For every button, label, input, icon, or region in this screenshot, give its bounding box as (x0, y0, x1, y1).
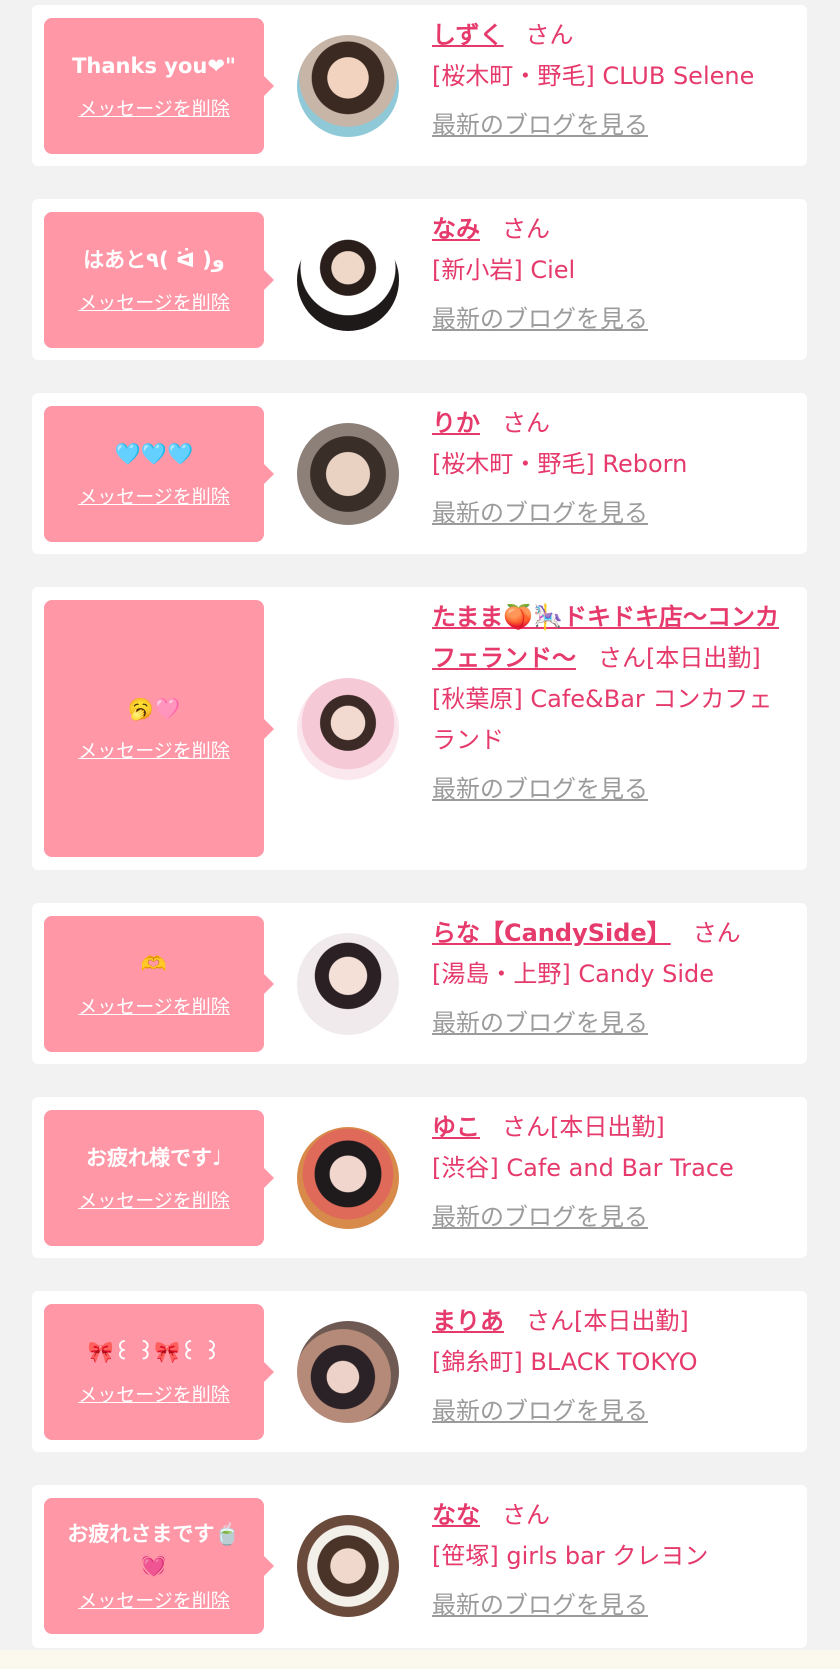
latest-blog-link[interactable]: 最新のブログを見る (432, 1003, 793, 1044)
message-card: 🫶 メッセージを削除 らな【CandySide】 さん [湯島・上野] Candy… (32, 903, 807, 1064)
shop-label: [秋葉原] Cafe&Bar コンカフェランド (432, 685, 773, 754)
latest-blog-link[interactable]: 最新のブログを見る (432, 493, 793, 534)
message-bubble: 🎀꒰ ꒱🎀꒰ ꒱ メッセージを削除 (44, 1304, 274, 1440)
message-card: お疲れ様です♩ メッセージを削除 ゆこ さん[本日出勤] [渋谷] Cafe an… (32, 1097, 807, 1258)
profile-name-link[interactable]: まりあ (432, 1307, 504, 1335)
profile-info: なな さん [笹塚] girls bar クレヨン 最新のブログを見る (432, 1495, 793, 1626)
profile-name-link[interactable]: なみ (432, 215, 480, 243)
message-text: お疲れさまです🍵 💓 (67, 1522, 241, 1577)
message-bubble: 🥱🩷 メッセージを削除 (44, 600, 274, 857)
profile-info: ゆこ さん[本日出勤] [渋谷] Cafe and Bar Trace 最新のブロ… (432, 1107, 793, 1238)
avatar[interactable] (297, 1321, 399, 1423)
honorific-suffix: さん[本日出勤] (598, 644, 761, 672)
latest-blog-link[interactable]: 最新のブログを見る (432, 769, 793, 810)
latest-blog-link[interactable]: 最新のブログを見る (432, 1585, 793, 1626)
message-text: 🫶 (140, 952, 168, 977)
avatar[interactable] (297, 933, 399, 1035)
profile-info: らな【CandySide】 さん [湯島・上野] Candy Side 最新のブロ… (432, 913, 793, 1044)
profile-info: しずく さん [桜木町・野毛] CLUB Selene 最新のブログを見る (432, 15, 793, 146)
honorific-suffix: さん (502, 1501, 550, 1529)
message-card: 🎀꒰ ꒱🎀꒰ ꒱ メッセージを削除 まりあ さん[本日出勤] [錦糸町] BLAC… (32, 1291, 807, 1452)
shop-label: [桜木町・野毛] CLUB Selene (432, 62, 755, 90)
message-text: お疲れ様です♩ (86, 1146, 222, 1171)
honorific-suffix: さん (502, 409, 550, 437)
profile-name-link[interactable]: ゆこ (432, 1113, 480, 1141)
honorific-suffix: さん (692, 919, 741, 947)
latest-blog-link[interactable]: 最新のブログを見る (432, 1197, 793, 1238)
avatar[interactable] (297, 423, 399, 525)
avatar[interactable] (297, 678, 399, 780)
honorific-suffix: さん (502, 215, 550, 243)
message-card: 🥱🩷 メッセージを削除 たまま🍑🎠ドキドキ店〜コンカフェランド〜 さん[本日出勤]… (32, 587, 807, 870)
delete-message-link[interactable]: メッセージを削除 (78, 482, 230, 509)
message-bubble: 🫶 メッセージを削除 (44, 916, 274, 1052)
latest-blog-link[interactable]: 最新のブログを見る (432, 105, 793, 146)
message-text: Thanks you❤" (72, 54, 236, 79)
profile-name-link[interactable]: しずく (432, 21, 504, 49)
profile-info: まりあ さん[本日出勤] [錦糸町] BLACK TOKYO 最新のブログを見る (432, 1301, 793, 1432)
honorific-suffix: さん[本日出勤] (526, 1307, 689, 1335)
honorific-suffix: さん[本日出勤] (502, 1113, 665, 1141)
shop-label: [渋谷] Cafe and Bar Trace (432, 1154, 734, 1182)
latest-blog-link[interactable]: 最新のブログを見る (432, 299, 793, 340)
delete-message-link[interactable]: メッセージを削除 (78, 288, 230, 315)
profile-info: りか さん [桜木町・野毛] Reborn 最新のブログを見る (432, 403, 793, 534)
message-bubble: Thanks you❤" メッセージを削除 (44, 18, 274, 154)
avatar[interactable] (297, 35, 399, 137)
honorific-suffix: さん (525, 21, 574, 49)
delete-message-link[interactable]: メッセージを削除 (78, 1586, 230, 1613)
shop-label: [桜木町・野毛] Reborn (432, 450, 688, 478)
shop-label: [湯島・上野] Candy Side (432, 960, 714, 988)
avatar[interactable] (297, 229, 399, 331)
message-text: 🥱🩷 (127, 696, 181, 721)
message-text: 🎀꒰ ꒱🎀꒰ ꒱ (87, 1340, 221, 1365)
message-card: はあと٩( ᐛ )و メッセージを削除 なみ さん [新小岩] Ciel 最新のブ… (32, 199, 807, 360)
message-card: お疲れさまです🍵 💓 メッセージを削除 なな さん [笹塚] girls bar … (32, 1485, 807, 1648)
profile-info: なみ さん [新小岩] Ciel 最新のブログを見る (432, 209, 793, 340)
profile-name-link[interactable]: りか (432, 409, 480, 437)
shop-label: [錦糸町] BLACK TOKYO (432, 1348, 698, 1376)
delete-message-link[interactable]: メッセージを削除 (78, 94, 230, 121)
footer-strip (0, 1650, 840, 1669)
shop-label: [笹塚] girls bar クレヨン (432, 1542, 709, 1570)
profile-name-link[interactable]: らな【CandySide】 (432, 919, 671, 947)
message-card: Thanks you❤" メッセージを削除 しずく さん [桜木町・野毛] CLU… (32, 5, 807, 166)
message-text: はあと٩( ᐛ )و (83, 248, 225, 273)
shop-label: [新小岩] Ciel (432, 256, 576, 284)
message-bubble: 🩵🩵🩵 メッセージを削除 (44, 406, 274, 542)
delete-message-link[interactable]: メッセージを削除 (78, 736, 230, 763)
message-text: 🩵🩵🩵 (114, 442, 194, 467)
delete-message-link[interactable]: メッセージを削除 (78, 1186, 230, 1213)
avatar[interactable] (297, 1515, 399, 1617)
delete-message-link[interactable]: メッセージを削除 (78, 1380, 230, 1407)
message-bubble: はあと٩( ᐛ )و メッセージを削除 (44, 212, 274, 348)
message-card: 🩵🩵🩵 メッセージを削除 りか さん [桜木町・野毛] Reborn 最新のブログ… (32, 393, 807, 554)
avatar[interactable] (297, 1127, 399, 1229)
latest-blog-link[interactable]: 最新のブログを見る (432, 1391, 793, 1432)
message-bubble: お疲れ様です♩ メッセージを削除 (44, 1110, 274, 1246)
delete-message-link[interactable]: メッセージを削除 (78, 992, 230, 1019)
message-bubble: お疲れさまです🍵 💓 メッセージを削除 (44, 1498, 274, 1634)
profile-name-link[interactable]: なな (432, 1501, 480, 1529)
profile-info: たまま🍑🎠ドキドキ店〜コンカフェランド〜 さん[本日出勤] [秋葉原] Cafe&… (432, 597, 793, 810)
